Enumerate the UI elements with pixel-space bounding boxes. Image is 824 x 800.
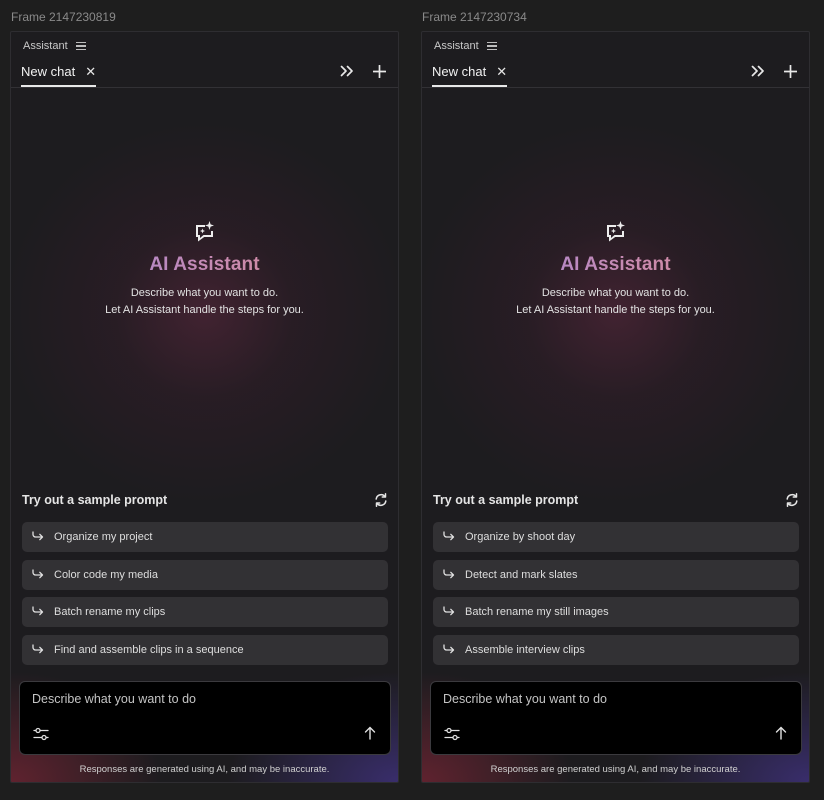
- tab-new-chat[interactable]: New chat ✕: [21, 60, 97, 87]
- hamburger-menu-icon[interactable]: [486, 42, 497, 50]
- panel-header: Assistant: [434, 39, 497, 53]
- tab-label: New chat: [21, 64, 76, 79]
- sample-prompt-item[interactable]: Color code my media: [22, 559, 388, 590]
- sample-prompt-item[interactable]: Assemble interview clips: [433, 634, 799, 665]
- hero-title: AI Assistant: [422, 254, 809, 276]
- refresh-icon[interactable]: [374, 493, 388, 507]
- refresh-icon[interactable]: [785, 493, 799, 507]
- sample-prompt-label: Organize by shoot day: [465, 531, 576, 543]
- double-chevron-right-icon[interactable]: [340, 64, 354, 78]
- disclaimer-text: Responses are generated using AI, and ma…: [79, 764, 330, 775]
- sample-prompt-header: Try out a sample prompt: [22, 493, 388, 507]
- double-chevron-right-icon[interactable]: [751, 64, 765, 78]
- sample-prompt-item[interactable]: Organize my project: [22, 522, 388, 552]
- tab-actions: [340, 64, 386, 78]
- hero-description-line-1: Describe what you want to do.: [130, 287, 279, 299]
- close-icon[interactable]: ✕: [85, 65, 96, 78]
- arrow-return-right-icon: [32, 603, 44, 621]
- sample-prompt-label: Find and assemble clips in a sequence: [54, 643, 244, 656]
- hero-title: AI Assistant: [11, 254, 398, 276]
- close-icon[interactable]: ✕: [496, 65, 507, 78]
- disclaimer-text: Responses are generated using AI, and ma…: [490, 764, 741, 775]
- arrow-return-right-icon: [443, 641, 455, 659]
- sample-prompt-item[interactable]: Organize by shoot day: [433, 522, 799, 552]
- hero-description-line-2: Let AI Assistant handle the steps for yo…: [516, 304, 715, 316]
- frame-label: Frame 2147230734: [422, 10, 527, 24]
- panel-title: Assistant: [23, 40, 68, 52]
- tab-new-chat[interactable]: New chat ✕: [432, 60, 508, 87]
- arrow-return-right-icon: [443, 603, 455, 621]
- chat-sparkle-icon: [194, 220, 216, 242]
- prompt-input-box: [19, 681, 391, 755]
- sample-prompt-item[interactable]: Find and assemble clips in a sequence: [22, 634, 388, 665]
- hero-description-line-1: Describe what you want to do.: [541, 287, 690, 299]
- sample-prompt-label: Color code my media: [54, 568, 158, 581]
- arrow-up-icon[interactable]: [775, 726, 787, 740]
- hero-section: AI Assistant Describe what you want to d…: [422, 220, 809, 319]
- sliders-icon[interactable]: [444, 727, 460, 741]
- sample-prompt-label: Assemble interview clips: [465, 643, 585, 656]
- sliders-icon[interactable]: [33, 727, 49, 741]
- plus-icon[interactable]: [783, 64, 797, 78]
- chat-sparkle-icon: [605, 220, 627, 242]
- sample-prompt-title: Try out a sample prompt: [22, 493, 168, 507]
- hamburger-menu-icon[interactable]: [75, 42, 86, 50]
- frame-label: Frame 2147230819: [11, 10, 116, 24]
- arrow-return-right-icon: [32, 641, 44, 659]
- panel-title: Assistant: [434, 40, 479, 52]
- plus-icon[interactable]: [372, 64, 386, 78]
- arrow-return-right-icon: [32, 566, 44, 584]
- sample-prompt-label: Detect and mark slates: [465, 568, 578, 581]
- sample-prompt-label: Organize my project: [54, 531, 153, 543]
- arrow-up-icon[interactable]: [364, 726, 376, 740]
- sample-prompt-label: Batch rename my clips: [54, 606, 166, 618]
- arrow-return-right-icon: [32, 528, 44, 546]
- prompt-input[interactable]: [30, 691, 374, 707]
- hero-description-line-2: Let AI Assistant handle the steps for yo…: [105, 304, 304, 316]
- hero-section: AI Assistant Describe what you want to d…: [11, 220, 398, 319]
- panel-header: Assistant: [23, 39, 86, 53]
- sample-prompt-label: Batch rename my still images: [465, 606, 609, 618]
- sample-prompt-list: Organize my project Color code my media …: [22, 522, 388, 672]
- sample-prompt-item[interactable]: Batch rename my clips: [22, 597, 388, 627]
- sample-prompt-item[interactable]: Batch rename my still images: [433, 597, 799, 627]
- tab-label: New chat: [432, 64, 487, 79]
- sample-prompt-header: Try out a sample prompt: [433, 493, 799, 507]
- prompt-input[interactable]: [441, 691, 785, 707]
- arrow-return-right-icon: [443, 528, 455, 546]
- tab-actions: [751, 64, 797, 78]
- sample-prompt-title: Try out a sample prompt: [433, 493, 579, 507]
- assistant-panel: Assistant New chat ✕ AI Assistant Descri…: [421, 31, 810, 783]
- prompt-input-box: [430, 681, 802, 755]
- sample-prompt-item[interactable]: Detect and mark slates: [433, 559, 799, 590]
- sample-prompt-list: Organize by shoot day Detect and mark sl…: [433, 522, 799, 672]
- assistant-panel: Assistant New chat ✕ AI Assistant Descri…: [10, 31, 399, 783]
- arrow-return-right-icon: [443, 566, 455, 584]
